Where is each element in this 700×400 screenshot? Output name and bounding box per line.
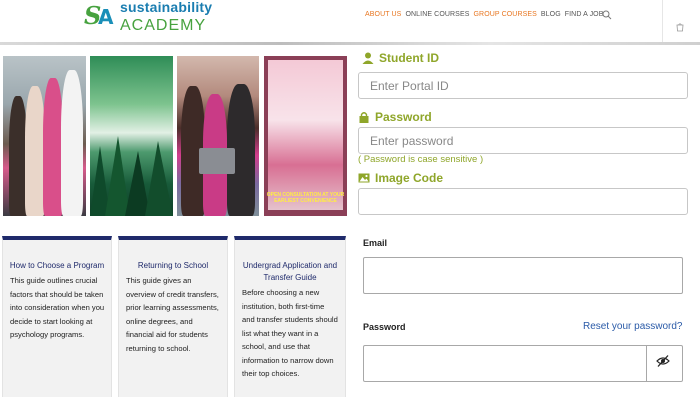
card-title[interactable]: How to Choose a Program xyxy=(7,260,107,272)
site-logo[interactable]: S A sustainability ACADEMY xyxy=(84,0,212,35)
card-body: This guide gives an overview of credit t… xyxy=(126,276,219,353)
nav-group-courses[interactable]: GROUP COURSES xyxy=(474,11,537,18)
lock-icon xyxy=(359,112,369,123)
forest-trees xyxy=(90,136,173,216)
eye-slash-icon[interactable] xyxy=(656,354,670,368)
image-code-label: Image Code xyxy=(358,171,443,185)
photo-students-laptop xyxy=(177,56,259,216)
search-icon[interactable] xyxy=(602,10,612,20)
brochure-caption: OPEN CONSULTATION AT YOUR EARLIEST CONVE… xyxy=(266,192,345,204)
nav-find-a-job[interactable]: FIND A JOB xyxy=(565,11,604,18)
logo-line1: sustainability xyxy=(120,0,213,15)
logo-mark-a: A xyxy=(98,5,114,29)
nav-online-courses[interactable]: ONLINE COURSES xyxy=(405,11,469,18)
logo-mark: S A xyxy=(84,1,118,31)
header-divider xyxy=(662,0,663,44)
card-returning-to-school[interactable]: Returning to School This guide gives an … xyxy=(118,236,228,397)
image-icon xyxy=(358,173,370,183)
login-password-label: Password xyxy=(363,322,406,332)
header-shadow xyxy=(0,42,700,45)
password-label: Password xyxy=(358,110,432,124)
email-label: Email xyxy=(363,238,388,248)
site-header: S A sustainability ACADEMY ABOUT US ONLI… xyxy=(0,0,700,44)
card-title[interactable]: Returning to School xyxy=(123,260,223,272)
photo-brochure: OPEN CONSULTATION AT YOUR EARLIEST CONVE… xyxy=(264,56,347,216)
logo-text: sustainability ACADEMY xyxy=(120,0,212,35)
login-password-input[interactable] xyxy=(363,345,683,382)
main-nav: ABOUT US ONLINE COURSES GROUP COURSES BL… xyxy=(365,11,604,18)
student-id-label: Student ID xyxy=(362,51,439,65)
card-body: Before choosing a new institution, both … xyxy=(242,288,338,378)
card-choose-program[interactable]: How to Choose a Program This guide outli… xyxy=(2,236,112,397)
reset-password-link[interactable]: Reset your password? xyxy=(583,321,683,332)
nav-about-us[interactable]: ABOUT US xyxy=(365,11,401,18)
photo-students-group xyxy=(3,56,86,216)
password-toggle-divider xyxy=(646,345,647,382)
student-id-input[interactable]: Enter Portal ID xyxy=(358,72,688,99)
person-icon xyxy=(362,52,374,64)
logo-line2: ACADEMY xyxy=(120,17,207,34)
image-code-input[interactable] xyxy=(358,188,688,215)
nav-blog[interactable]: BLOG xyxy=(541,11,561,18)
email-input[interactable] xyxy=(363,257,683,294)
student-id-label-text: Student ID xyxy=(379,51,439,65)
cart-icon[interactable] xyxy=(675,22,685,32)
card-body: This guide outlines crucial factors that… xyxy=(10,276,105,339)
card-transfer-guide[interactable]: Undergrad Application and Transfer Guide… xyxy=(234,236,346,397)
image-code-label-text: Image Code xyxy=(375,171,444,185)
student-id-placeholder: Enter Portal ID xyxy=(370,78,449,93)
password-hint: ( Password is case sensitive ) xyxy=(358,154,484,165)
portal-password-input[interactable]: Enter password xyxy=(358,127,688,154)
card-title[interactable]: Undergrad Application and Transfer Guide xyxy=(239,260,341,284)
photo-forest-landscape xyxy=(90,56,173,216)
brochure-pages xyxy=(268,60,343,210)
password-label-text: Password xyxy=(375,110,432,124)
portal-password-placeholder: Enter password xyxy=(370,133,454,148)
photo-strip: OPEN CONSULTATION AT YOUR EARLIEST CONVE… xyxy=(0,56,350,216)
